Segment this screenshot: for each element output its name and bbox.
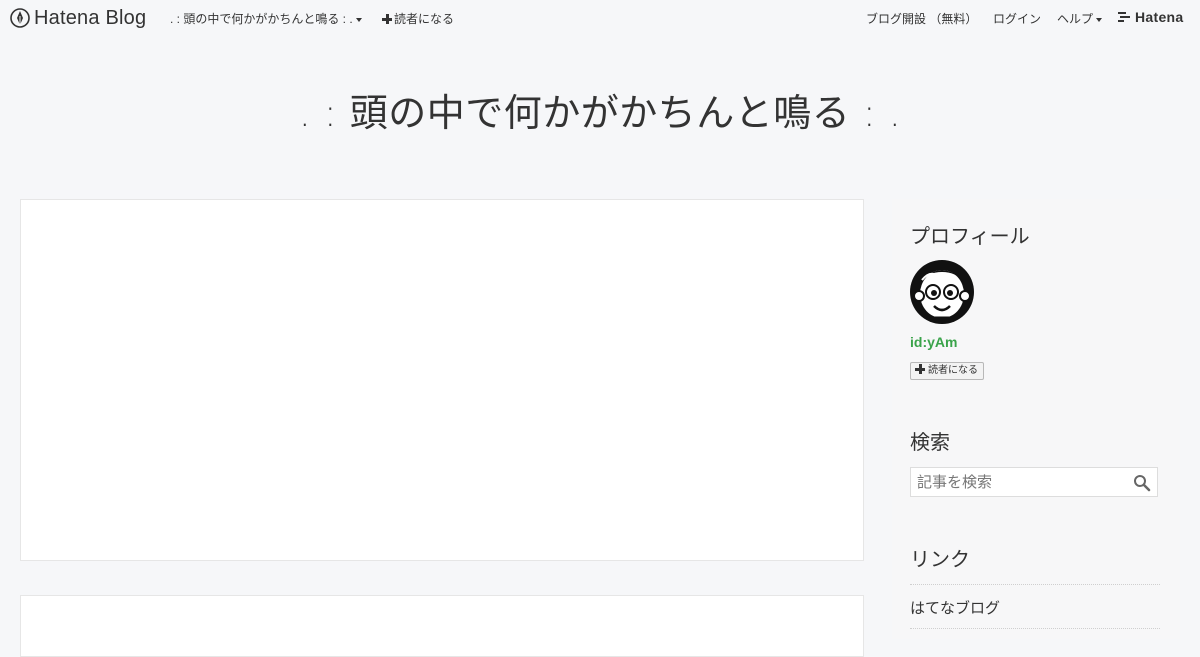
- profile-user-id[interactable]: id:yAm: [910, 334, 957, 350]
- avatar[interactable]: [910, 260, 974, 324]
- help-dropdown[interactable]: ヘルプ: [1057, 10, 1103, 27]
- hatena-logo[interactable]: Hatena: [1118, 9, 1183, 25]
- profile-subscribe-label: 読者になる: [928, 365, 978, 376]
- divider: [910, 584, 1160, 585]
- login-link[interactable]: ログイン: [993, 10, 1041, 27]
- profile-subscribe-button[interactable]: 読者になる: [910, 362, 984, 380]
- hatena-blog-logo[interactable]: Hatena Blog: [10, 6, 146, 30]
- links-module-title: リンク: [910, 547, 970, 571]
- link-item-hatena-blog[interactable]: はてなブログ: [910, 597, 1000, 618]
- plus-icon: [915, 364, 925, 374]
- divider: [910, 628, 1160, 629]
- help-label: ヘルプ: [1057, 12, 1094, 26]
- logo-text: Hatena Blog: [34, 7, 147, 29]
- profile-module-title: プロフィール: [910, 224, 1030, 248]
- search-form: [910, 467, 1158, 497]
- blog-menu-label: . : 頭の中で何かがかちんと鳴る : .: [170, 12, 353, 26]
- caret-down-icon: [1096, 17, 1103, 22]
- nav-subscribe-button[interactable]: 読者になる: [382, 10, 454, 27]
- blog-title[interactable]: . : 頭の中で何かがかちんと鳴る : .: [0, 88, 1200, 138]
- nav-subscribe-label: 読者になる: [394, 12, 455, 26]
- entry-article: [20, 199, 864, 561]
- top-navbar: Hatena Blog . : 頭の中で何かがかちんと鳴る : . 読者になる …: [0, 0, 1200, 36]
- hatena-mark-icon: [1118, 12, 1130, 22]
- signup-link[interactable]: ブログ開設 （無料）: [866, 10, 977, 27]
- search-icon[interactable]: [1133, 474, 1151, 492]
- search-input[interactable]: [911, 468, 1141, 496]
- hatena-logo-text: Hatena: [1135, 9, 1184, 25]
- hatena-blog-pen-icon: [10, 8, 30, 28]
- search-module-title: 検索: [910, 430, 950, 454]
- blog-menu-dropdown[interactable]: . : 頭の中で何かがかちんと鳴る : .: [170, 10, 362, 27]
- entry-article: [20, 595, 864, 657]
- plus-icon: [382, 14, 392, 24]
- caret-down-icon: [355, 17, 362, 22]
